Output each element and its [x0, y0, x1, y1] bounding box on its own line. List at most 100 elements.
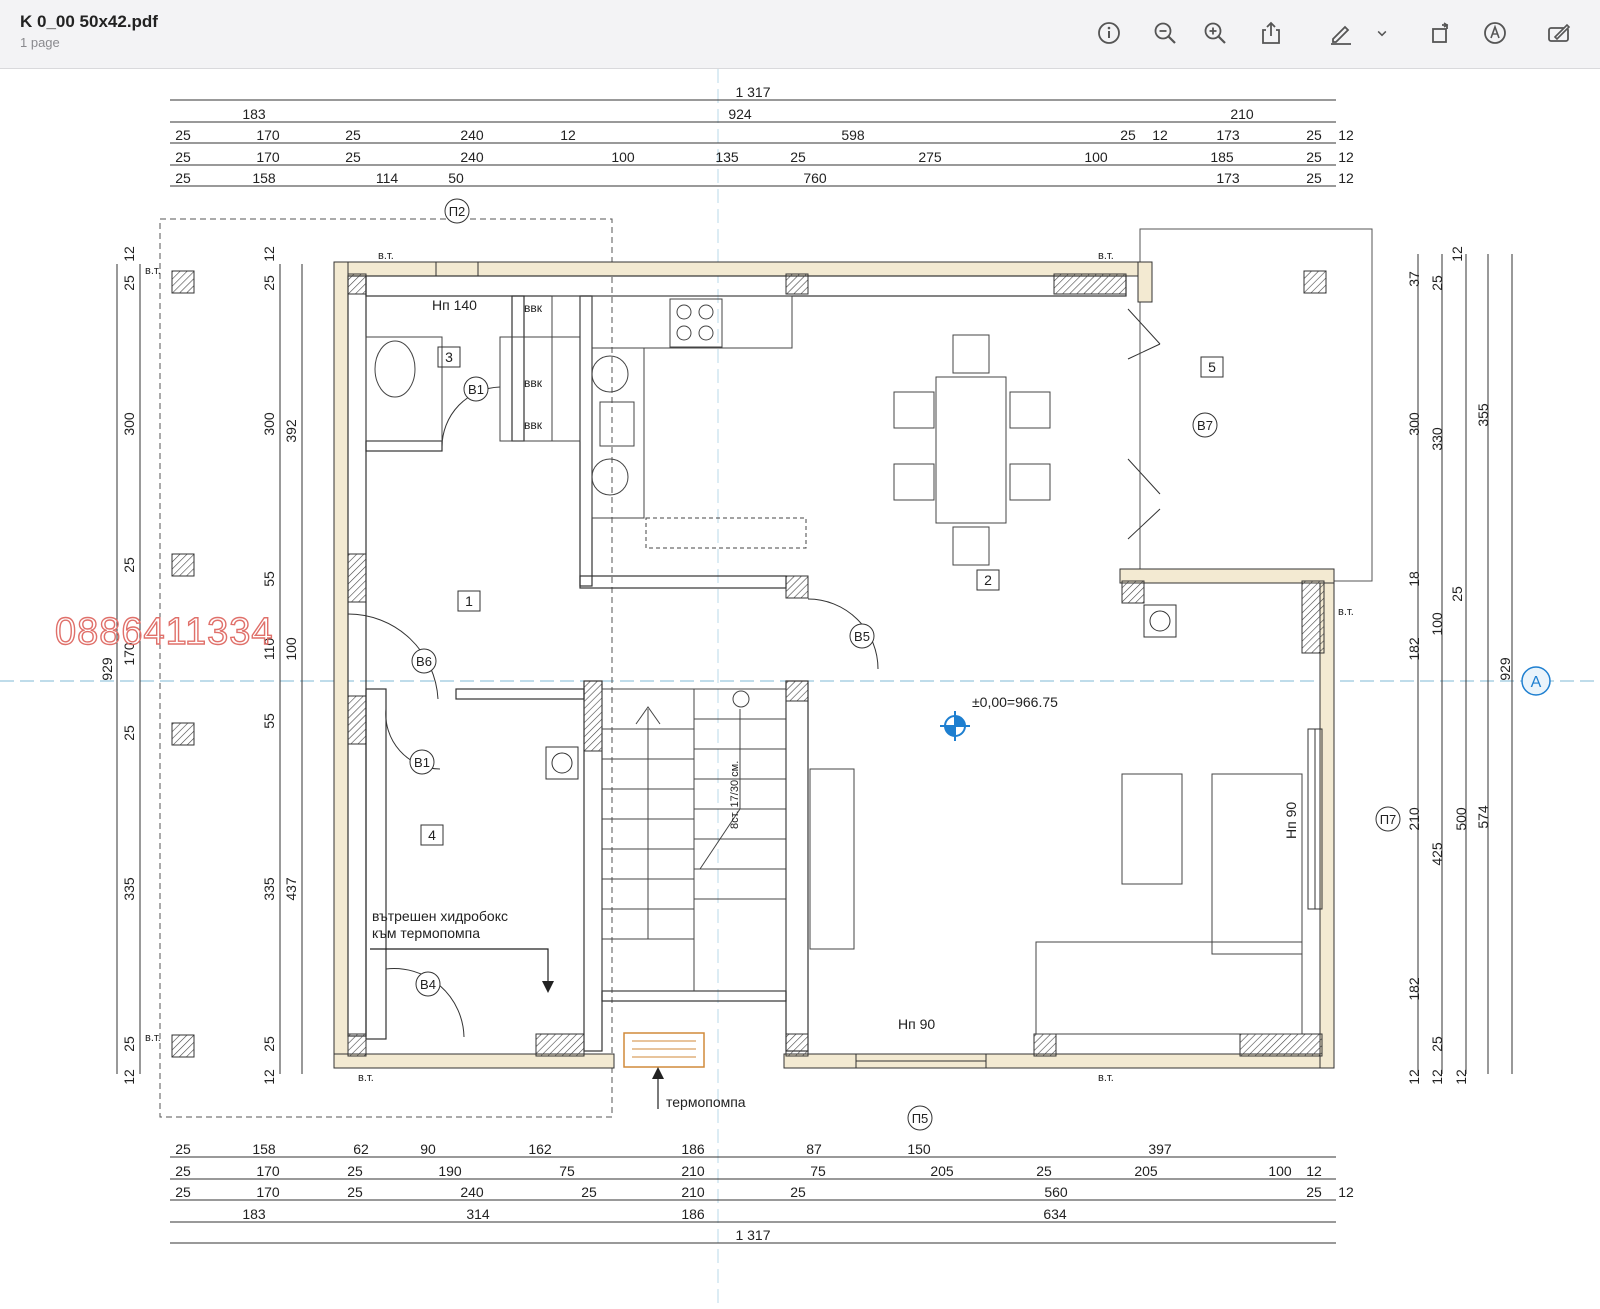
- right-dim: 425: [1429, 842, 1445, 866]
- left-dim: 12: [121, 1069, 137, 1085]
- rotate-icon: [1432, 22, 1449, 43]
- label-vt: в.т.: [358, 1072, 374, 1084]
- right-dim: 12: [1429, 1069, 1445, 1085]
- left-total-dim: 929: [99, 657, 115, 681]
- top-dim: 158: [252, 170, 276, 186]
- zoom-in-button[interactable]: [1198, 16, 1232, 50]
- elevation-marker: [940, 711, 970, 741]
- right-total-dim: 929: [1497, 657, 1513, 681]
- opening-tag-p5: П5: [912, 1111, 929, 1126]
- bottom-dim: 210: [681, 1184, 705, 1200]
- markup-button[interactable]: [1324, 16, 1358, 50]
- label-vt: в.т.: [145, 1032, 161, 1044]
- signature-button[interactable]: [1478, 16, 1512, 50]
- info-icon: [1098, 22, 1120, 44]
- top-dim: 173: [1216, 127, 1240, 143]
- top-total-dim: 1 317: [735, 84, 770, 100]
- bottom-dim: 12: [1338, 1184, 1354, 1200]
- bottom-dim: 205: [1134, 1163, 1158, 1179]
- right-dim: 25: [1429, 1036, 1445, 1052]
- left-inner-dim: 12: [261, 246, 277, 262]
- top-dim: 135: [715, 149, 739, 165]
- bottom-dim: 75: [810, 1163, 826, 1179]
- label-hydrobox-line1: вътрешен хидробокс: [372, 908, 508, 924]
- bottom-dim: 210: [681, 1163, 705, 1179]
- left-inner-dim: 25: [261, 275, 277, 291]
- right-dim: 12: [1449, 246, 1465, 262]
- right-dim: 12: [1453, 1069, 1469, 1085]
- left-dim: 25: [121, 557, 137, 573]
- label-vvk: ввк: [524, 418, 543, 432]
- info-button[interactable]: [1092, 16, 1126, 50]
- bottom-dim: 158: [252, 1141, 276, 1157]
- bottom-dim: 560: [1044, 1184, 1068, 1200]
- right-dim: 25: [1449, 586, 1465, 602]
- label-heat-pump: термопомпа: [666, 1094, 746, 1110]
- bottom-dim: 183: [242, 1206, 266, 1222]
- bottom-dim: 314: [466, 1206, 490, 1222]
- left-inner-dim: 300: [261, 412, 277, 436]
- top-dim: 170: [256, 127, 280, 143]
- top-dim: 25: [175, 170, 191, 186]
- bottom-dim: 25: [1306, 1184, 1322, 1200]
- top-dim: 12: [560, 127, 576, 143]
- room-number: 2: [984, 572, 992, 588]
- markup-menu-button[interactable]: [1372, 16, 1392, 50]
- section-mark-label: A: [1531, 674, 1542, 691]
- top-dim: 25: [1306, 127, 1322, 143]
- left-dim: 12: [121, 246, 137, 262]
- room-number: 4: [428, 827, 436, 843]
- left-inner-dim: 437: [283, 877, 299, 901]
- bottom-dim: 25: [175, 1184, 191, 1200]
- label-vt: в.т.: [1338, 606, 1354, 618]
- bottom-dim: 12: [1306, 1163, 1322, 1179]
- left-inner-dim: 55: [261, 713, 277, 729]
- zoom-out-button[interactable]: [1148, 16, 1182, 50]
- left-dim: 25: [121, 275, 137, 291]
- top-dim: 25: [175, 127, 191, 143]
- left-dim: 25: [121, 1036, 137, 1052]
- opening-tag-p2: П2: [449, 204, 466, 219]
- right-dim: 25: [1429, 275, 1445, 291]
- left-inner-dim: 25: [261, 1036, 277, 1052]
- label-np90-right: Нп 90: [1283, 802, 1299, 839]
- bottom-dim: 100: [1268, 1163, 1292, 1179]
- opening-tag-b5: В5: [854, 629, 870, 644]
- label-vt: в.т.: [145, 265, 161, 277]
- opening-tag-p7: П7: [1380, 812, 1397, 827]
- share-button[interactable]: [1254, 16, 1288, 50]
- rotate-button[interactable]: [1424, 16, 1458, 50]
- bottom-dim: 25: [347, 1163, 363, 1179]
- label-vt: в.т.: [1098, 1072, 1114, 1084]
- zoom-in-icon: [1204, 22, 1226, 44]
- right-dim: 300: [1406, 412, 1422, 436]
- right-dim: 100: [1429, 612, 1445, 636]
- top-dim: 50: [448, 170, 464, 186]
- left-dim: 335: [121, 877, 137, 901]
- room-number: 5: [1208, 359, 1216, 375]
- right-dim: 574: [1475, 805, 1491, 829]
- hydrobox-arrow: [542, 981, 554, 993]
- bottom-dim: 186: [681, 1206, 705, 1222]
- opening-tag-b6: В6: [416, 654, 432, 669]
- edit-button[interactable]: [1542, 16, 1576, 50]
- top-dim: 173: [1216, 170, 1240, 186]
- right-dim: 18: [1406, 571, 1422, 587]
- section-mark[interactable]: A: [1521, 666, 1551, 696]
- opening-marks: П2 В1 В6 В1 В5 В4 В7 П5 П7: [409, 198, 1401, 1131]
- pen-circle-icon: [1484, 22, 1506, 44]
- top-dim: 210: [1230, 106, 1254, 122]
- bottom-dim: 62: [353, 1141, 369, 1157]
- top-dim: 240: [460, 127, 484, 143]
- bottom-dim: 25: [581, 1184, 597, 1200]
- bottom-dim: 25: [347, 1184, 363, 1200]
- floor-plan: 1 317 183 924 210 25 170 25 240 12 598 2…: [0, 69, 1600, 1304]
- left-inner-dim: 12: [261, 1069, 277, 1085]
- toolbar: K 0_00 50x42.pdf 1 page: [0, 0, 1600, 69]
- top-dim: 25: [345, 149, 361, 165]
- bottom-dim: 25: [1036, 1163, 1052, 1179]
- right-dim: 355: [1475, 403, 1491, 427]
- bottom-dim: 75: [559, 1163, 575, 1179]
- right-dim: 182: [1406, 977, 1422, 1001]
- elevation-label: ±0,00=966.75: [972, 694, 1058, 710]
